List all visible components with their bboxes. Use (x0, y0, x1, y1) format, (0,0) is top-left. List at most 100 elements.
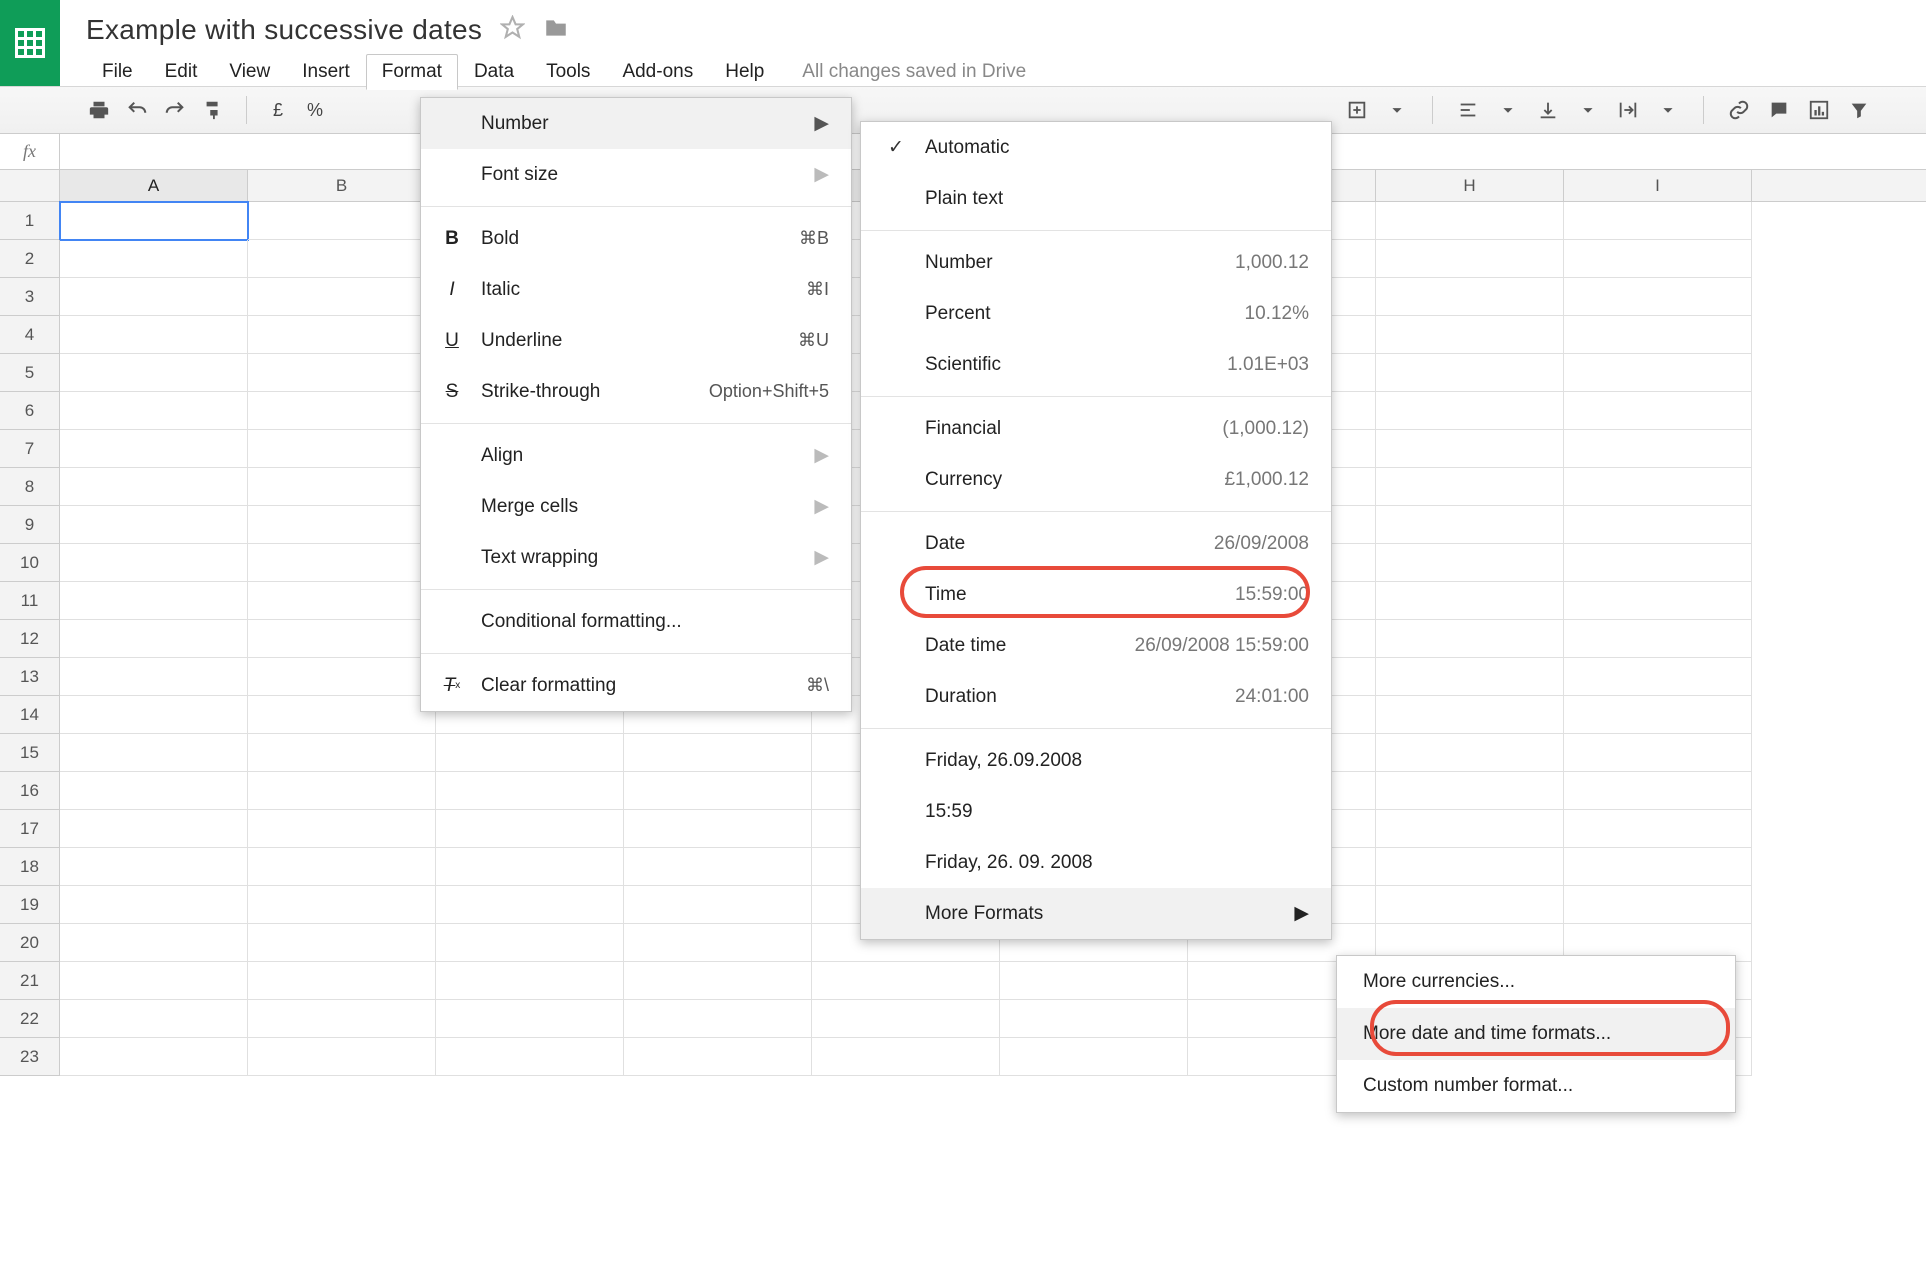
cell[interactable] (60, 582, 248, 620)
numfmt-automatic[interactable]: ✓Automatic (861, 122, 1331, 173)
cell[interactable] (60, 544, 248, 582)
cell[interactable] (248, 582, 436, 620)
cell[interactable] (1000, 1000, 1188, 1038)
cell[interactable] (60, 1000, 248, 1038)
row-header[interactable]: 10 (0, 544, 60, 582)
cell[interactable] (1564, 468, 1752, 506)
menu-help[interactable]: Help (709, 54, 780, 90)
cell[interactable] (248, 962, 436, 1000)
cell[interactable] (248, 886, 436, 924)
cell[interactable] (1376, 468, 1564, 506)
cell[interactable] (1376, 582, 1564, 620)
row-header[interactable]: 12 (0, 620, 60, 658)
cell[interactable] (248, 734, 436, 772)
filter-icon[interactable] (1844, 95, 1874, 125)
cell[interactable] (1376, 278, 1564, 316)
cell[interactable] (1376, 506, 1564, 544)
cell[interactable] (1564, 658, 1752, 696)
row-header[interactable]: 8 (0, 468, 60, 506)
cell[interactable] (1376, 696, 1564, 734)
cell[interactable] (624, 962, 812, 1000)
cell[interactable] (60, 240, 248, 278)
row-header[interactable]: 14 (0, 696, 60, 734)
cell[interactable] (1564, 886, 1752, 924)
numfmt-financial[interactable]: Financial(1,000.12) (861, 403, 1331, 454)
numfmt-currency[interactable]: Currency£1,000.12 (861, 454, 1331, 505)
cell[interactable] (248, 1038, 436, 1076)
format-number[interactable]: Number▶ (421, 98, 851, 149)
cell[interactable] (60, 1038, 248, 1076)
comment-icon[interactable] (1764, 95, 1794, 125)
undo-icon[interactable] (122, 95, 152, 125)
cell[interactable] (436, 848, 624, 886)
menu-addons[interactable]: Add-ons (606, 54, 709, 90)
dropdown-caret-icon[interactable] (1382, 95, 1412, 125)
cell[interactable] (1564, 810, 1752, 848)
paint-format-icon[interactable] (198, 95, 228, 125)
cell[interactable] (1564, 582, 1752, 620)
numfmt-duration[interactable]: Duration24:01:00 (861, 671, 1331, 722)
more-date-time-formats[interactable]: More date and time formats... (1337, 1008, 1735, 1060)
dropdown-caret-icon[interactable] (1573, 95, 1603, 125)
cell[interactable] (812, 1000, 1000, 1038)
cell[interactable] (624, 810, 812, 848)
cell[interactable] (436, 772, 624, 810)
cell[interactable] (1376, 392, 1564, 430)
menu-file[interactable]: File (86, 54, 149, 90)
cell[interactable] (812, 1038, 1000, 1076)
cell[interactable] (1564, 544, 1752, 582)
format-clear[interactable]: TxClear formatting⌘\ (421, 660, 851, 711)
menu-data[interactable]: Data (458, 54, 530, 90)
cell[interactable] (624, 734, 812, 772)
format-align[interactable]: Align▶ (421, 430, 851, 481)
cell[interactable] (248, 1000, 436, 1038)
cell[interactable] (60, 658, 248, 696)
cell[interactable] (248, 620, 436, 658)
row-header[interactable]: 4 (0, 316, 60, 354)
row-header[interactable]: 13 (0, 658, 60, 696)
format-bold[interactable]: BBold⌘B (421, 213, 851, 264)
cell[interactable] (60, 468, 248, 506)
cell[interactable] (60, 620, 248, 658)
folder-icon[interactable] (543, 15, 569, 46)
cell[interactable] (1564, 278, 1752, 316)
numfmt-percent[interactable]: Percent10.12% (861, 288, 1331, 339)
numfmt-custom2[interactable]: 15:59 (861, 786, 1331, 837)
numfmt-datetime[interactable]: Date time26/09/2008 15:59:00 (861, 620, 1331, 671)
column-header-H[interactable]: H (1376, 170, 1564, 201)
row-header[interactable]: 21 (0, 962, 60, 1000)
cell[interactable] (1376, 202, 1564, 240)
toolbar-overflow-icon[interactable] (1342, 95, 1372, 125)
custom-number-format[interactable]: Custom number format... (1337, 1060, 1735, 1112)
row-header[interactable]: 5 (0, 354, 60, 392)
align-vertical-icon[interactable] (1533, 95, 1563, 125)
format-wrap[interactable]: Text wrapping▶ (421, 532, 851, 583)
cell[interactable] (60, 354, 248, 392)
row-header[interactable]: 1 (0, 202, 60, 240)
column-header-I[interactable]: I (1564, 170, 1752, 201)
cell[interactable] (1564, 392, 1752, 430)
cell[interactable] (436, 886, 624, 924)
cell[interactable] (248, 810, 436, 848)
cell[interactable] (624, 886, 812, 924)
menu-view[interactable]: View (213, 54, 286, 90)
row-header[interactable]: 20 (0, 924, 60, 962)
link-icon[interactable] (1724, 95, 1754, 125)
cell[interactable] (1376, 810, 1564, 848)
cell[interactable] (248, 392, 436, 430)
column-header-B[interactable]: B (248, 170, 436, 201)
numfmt-time[interactable]: Time15:59:00 (861, 569, 1331, 620)
cell[interactable] (60, 886, 248, 924)
cell[interactable] (60, 848, 248, 886)
format-conditional[interactable]: Conditional formatting... (421, 596, 851, 647)
cell[interactable] (1564, 620, 1752, 658)
cell[interactable] (248, 354, 436, 392)
row-header[interactable]: 19 (0, 886, 60, 924)
format-underline[interactable]: UUnderline⌘U (421, 315, 851, 366)
row-header[interactable]: 15 (0, 734, 60, 772)
cell[interactable] (812, 962, 1000, 1000)
cell[interactable] (1376, 886, 1564, 924)
cell[interactable] (60, 924, 248, 962)
cell[interactable] (60, 772, 248, 810)
cell[interactable] (1376, 620, 1564, 658)
